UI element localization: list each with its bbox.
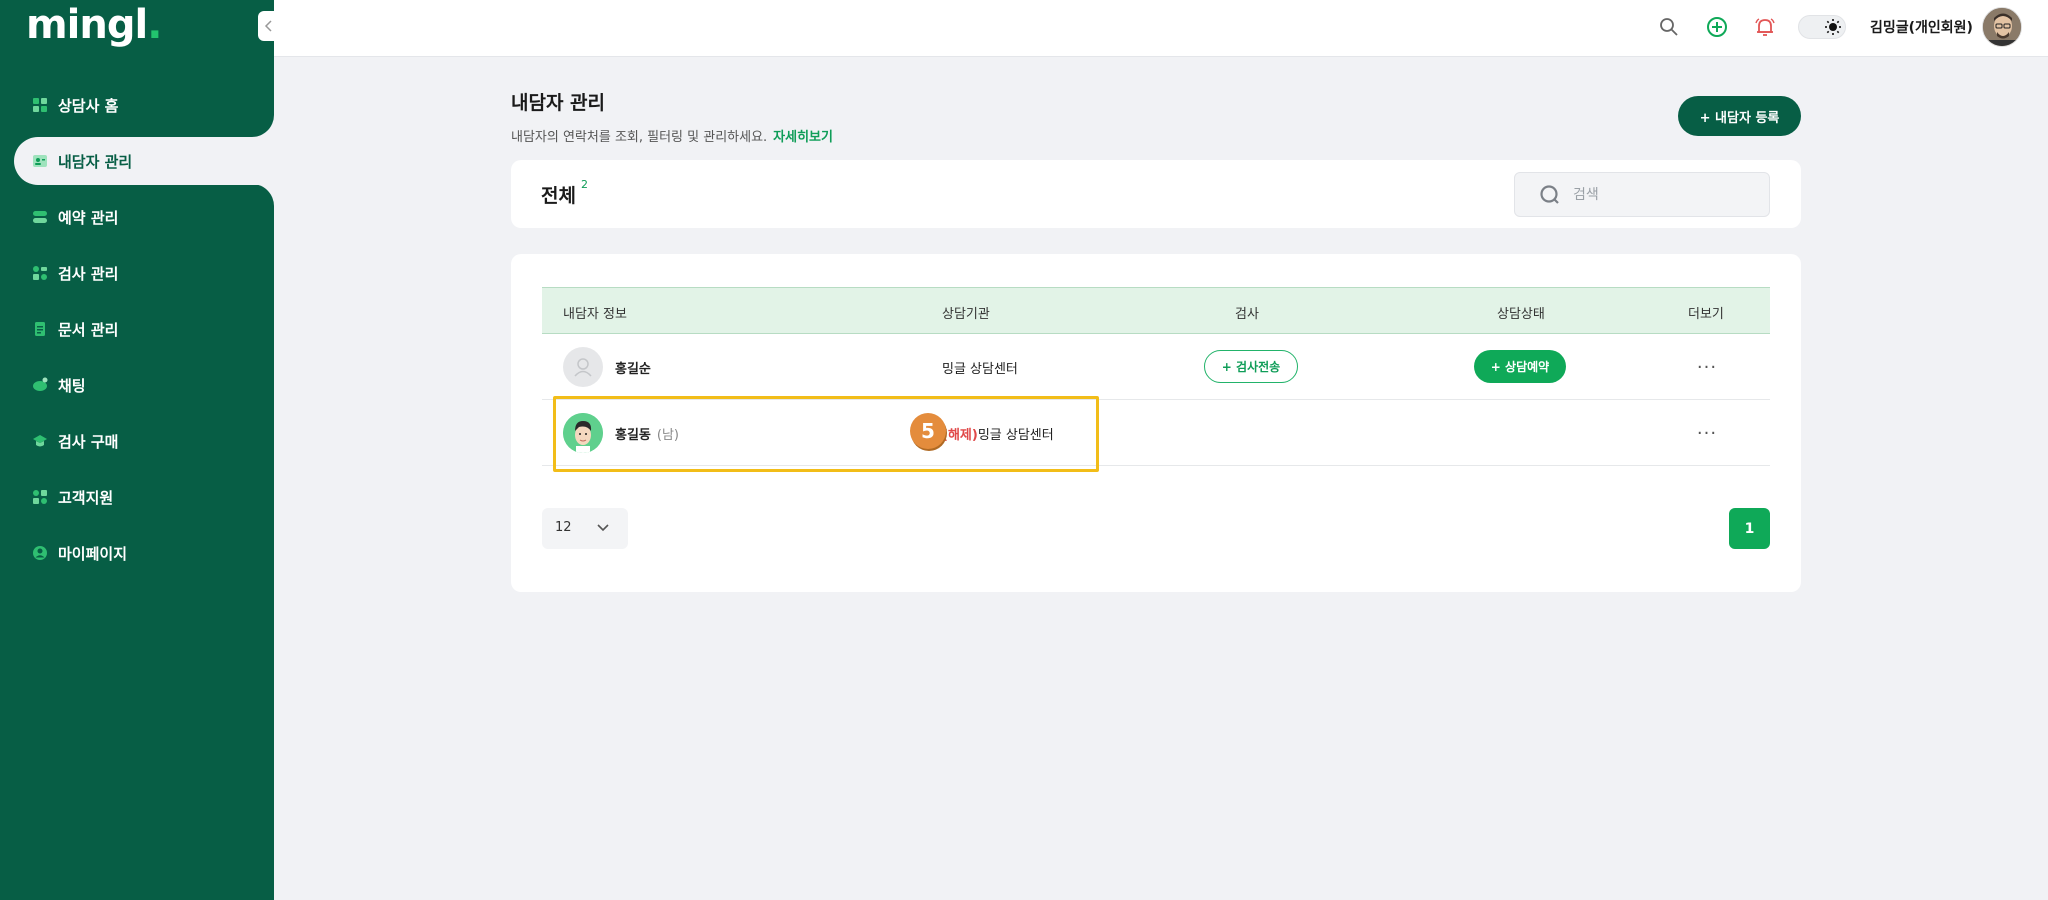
logo-dot: .	[147, 2, 162, 48]
search-box[interactable]	[1514, 172, 1770, 217]
sidebar: mingl. 상담사 홈 내담자 관리 예약 관리 검사 관리 문서 관리 채팅…	[0, 0, 274, 900]
column-header-organization: 상담기관	[942, 307, 990, 322]
search-icon	[1539, 184, 1561, 206]
user-avatar[interactable]	[1982, 7, 2022, 47]
sidebar-item-label: 상담사 홈	[58, 96, 119, 115]
user-name[interactable]: 김밍글(개인회원)	[1870, 17, 1973, 37]
column-header-test: 검사	[1235, 307, 1259, 322]
sidebar-item-label: 검사 관리	[58, 264, 119, 283]
client-organization: 밍글 상담센터	[942, 358, 1018, 377]
sun-icon	[1823, 17, 1843, 37]
sidebar-item-label: 예약 관리	[58, 208, 119, 227]
search-icon[interactable]	[1656, 14, 1682, 40]
chat-icon	[32, 377, 48, 393]
bell-icon[interactable]	[1752, 14, 1778, 40]
client-card-icon	[32, 153, 48, 169]
sidebar-item-label: 고객지원	[58, 488, 114, 507]
organization-text: 밍글 상담센터	[942, 362, 1018, 377]
sidebar-item-counselor-home[interactable]: 상담사 홈	[14, 81, 274, 129]
more-options-icon[interactable]: ···	[1692, 418, 1722, 448]
column-header-client-info: 내담자 정보	[563, 307, 627, 322]
sidebar-item-mypage[interactable]: 마이페이지	[14, 529, 274, 577]
pagination-page-button[interactable]: 1	[1729, 508, 1770, 549]
support-icon	[32, 489, 48, 505]
total-count: 2	[581, 178, 588, 191]
page-title: 내담자 관리	[511, 92, 606, 114]
dashboard-icon	[32, 97, 48, 113]
more-info-link[interactable]: 자세히보기	[773, 130, 833, 145]
page-size-value: 12	[555, 520, 572, 535]
document-icon	[32, 321, 48, 337]
purchase-icon	[32, 433, 48, 449]
add-circle-icon[interactable]	[1704, 14, 1730, 40]
column-header-status: 상담상태	[1497, 307, 1545, 322]
column-header-more: 더보기	[1688, 307, 1724, 322]
theme-toggle[interactable]	[1798, 15, 1846, 39]
client-name[interactable]: 홍길순	[615, 358, 651, 377]
book-counseling-button[interactable]: + 상담예약	[1474, 350, 1566, 383]
search-input[interactable]	[1573, 184, 1753, 206]
table-header: 내담자 정보 상담기관 검사 상담상태 더보기	[542, 287, 1770, 334]
sidebar-item-label: 채팅	[58, 376, 86, 395]
sidebar-item-chat[interactable]: 채팅	[14, 361, 274, 409]
sidebar-item-label: 문서 관리	[58, 320, 119, 339]
sidebar-item-test-purchase[interactable]: 검사 구매	[14, 417, 274, 465]
sidebar-item-label: 마이페이지	[58, 544, 128, 563]
summary-card: 전체 2	[511, 160, 1801, 228]
table-row[interactable]: 홍길순 밍글 상담센터 + 검사전송 + 상담예약 ···	[542, 334, 1770, 400]
logo-text: mingl	[26, 2, 148, 48]
step-badge: 5	[910, 413, 946, 449]
default-avatar-icon	[563, 347, 603, 387]
sidebar-item-label: 검사 구매	[58, 432, 119, 451]
chevron-left-icon	[264, 17, 274, 36]
total-label: 전체	[541, 185, 576, 207]
page-size-select[interactable]: 12	[542, 508, 628, 549]
sidebar-item-reservation[interactable]: 예약 관리	[14, 193, 274, 241]
sidebar-item-label: 내담자 관리	[58, 152, 133, 171]
chevron-down-icon	[596, 520, 610, 534]
app-logo[interactable]: mingl.	[26, 2, 162, 48]
page-description: 내담자의 연락처를 조회, 필터링 및 관리하세요. 자세히보기	[511, 126, 833, 145]
reservation-icon	[32, 209, 48, 225]
highlight-box	[553, 396, 1099, 472]
send-test-button[interactable]: + 검사전송	[1204, 350, 1298, 383]
sidebar-item-client-management[interactable]: 내담자 관리	[14, 137, 274, 185]
sidebar-item-customer-support[interactable]: 고객지원	[14, 473, 274, 521]
sidebar-item-test-management[interactable]: 검사 관리	[14, 249, 274, 297]
page-description-text: 내담자의 연락처를 조회, 필터링 및 관리하세요.	[511, 130, 768, 145]
client-name-text: 홍길순	[615, 362, 651, 377]
test-icon	[32, 265, 48, 281]
top-header: 김밍글(개인회원)	[274, 0, 2048, 57]
sidebar-item-document-management[interactable]: 문서 관리	[14, 305, 274, 353]
more-options-icon[interactable]: ···	[1692, 352, 1722, 382]
mypage-icon	[32, 545, 48, 561]
add-client-button[interactable]: + 내담자 등록	[1678, 96, 1801, 136]
